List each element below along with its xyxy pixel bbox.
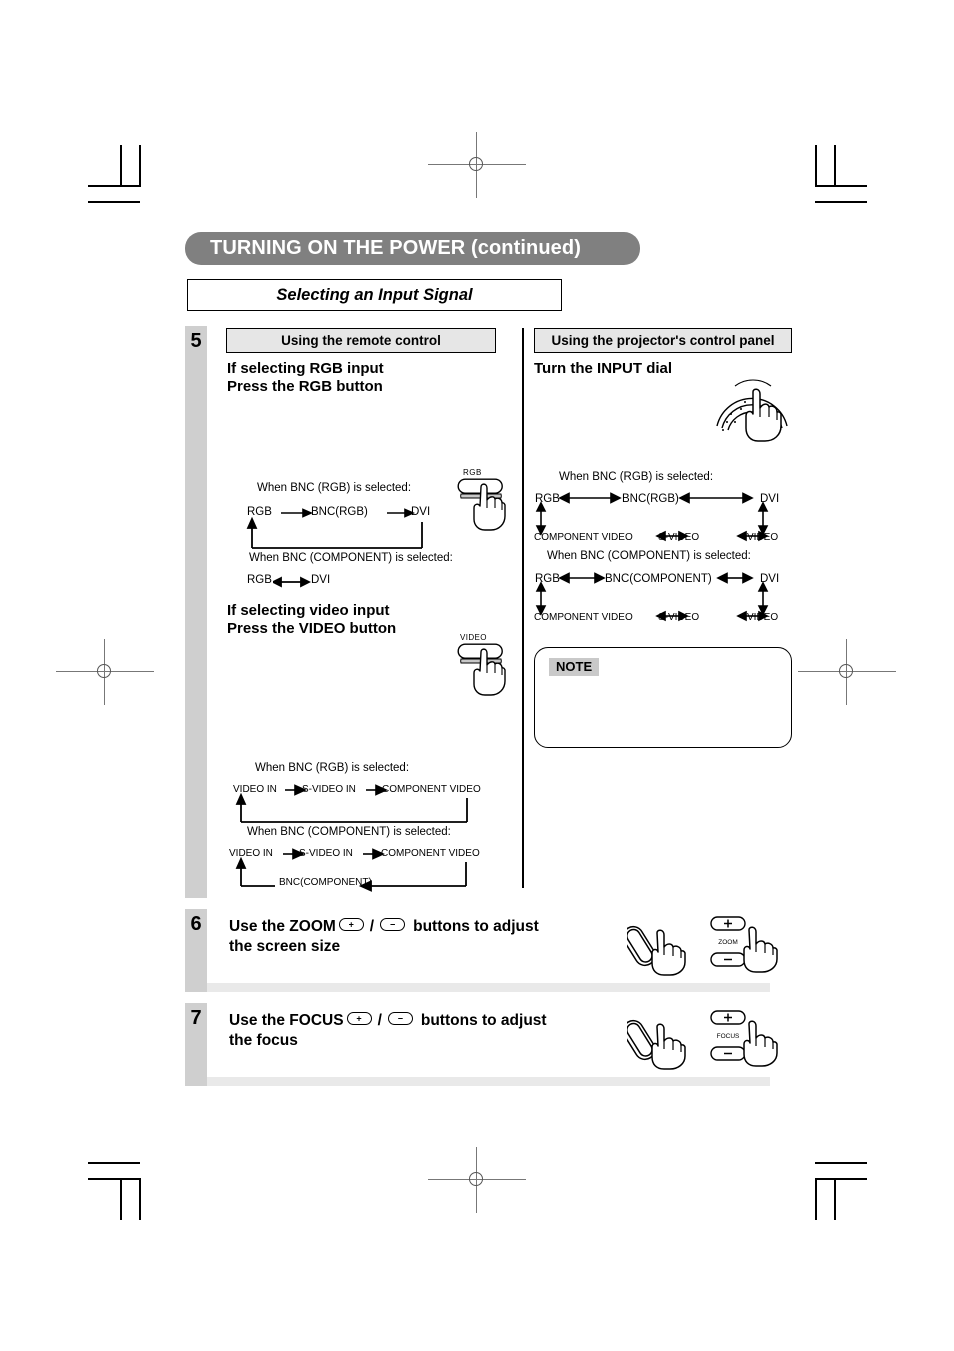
crop-mark-bottom-left-v	[139, 1178, 141, 1220]
crop-mark-bottom-right-h	[815, 1178, 867, 1180]
rgb-case1-caption: When BNC (RGB) is selected:	[257, 482, 412, 494]
step-6-slash: /	[369, 918, 375, 935]
panel-case2-arrows	[535, 572, 769, 622]
registration-mark-left	[56, 639, 154, 705]
crop-mark-bottom-right-h2	[815, 1162, 867, 1164]
registration-mark-bottom	[428, 1147, 526, 1213]
zoom-plus-button-glyph: +	[338, 918, 364, 931]
section-subtitle: Selecting an Input Signal	[187, 279, 562, 311]
panel-focus-pad-hand-icon: FOCUS	[710, 1010, 778, 1067]
crop-mark-bottom-left-h2	[88, 1162, 140, 1164]
rgb-case1-flow-arrows	[246, 508, 423, 549]
focus-minus-button-glyph: −	[387, 1012, 413, 1025]
step-7-slash: /	[377, 1012, 382, 1029]
crop-mark-top-right-v2	[834, 145, 836, 187]
step-7-block: 7 Use the FOCUS + / − buttons to adjust …	[185, 1003, 778, 1086]
video-case2-caption: When BNC (COMPONENT) is selected:	[247, 826, 451, 838]
crop-mark-top-left-v	[139, 145, 141, 187]
step-5-block: 5 Using the remote control If selecting …	[185, 326, 792, 898]
step-7-number: 7	[190, 1007, 202, 1029]
crop-mark-top-right-h2	[815, 201, 867, 203]
crop-mark-top-right-v	[815, 145, 817, 187]
focus-plus-button-glyph: +	[346, 1012, 372, 1025]
step-6-text-line2: the screen size	[229, 937, 341, 955]
panel-zoom-pad-label: ZOOM	[718, 939, 738, 946]
focus-plus-symbol: +	[356, 1013, 362, 1023]
crop-mark-bottom-right-v2	[834, 1178, 836, 1220]
panel-zoom-pad-hand-icon: ZOOM	[710, 916, 778, 973]
rgb-input-heading: If selecting RGB input Press the RGB but…	[227, 360, 384, 397]
step-6-text-before: Use the ZOOM	[229, 918, 336, 935]
panel-focus-pad-label: FOCUS	[717, 1033, 740, 1040]
input-dial-heading: Turn the INPUT dial	[534, 360, 672, 378]
step-7-text-before: Use the FOCUS	[229, 1012, 344, 1029]
panel-case1-caption: When BNC (RGB) is selected:	[559, 471, 714, 483]
crop-mark-bottom-right-v	[815, 1178, 817, 1220]
note-box: NOTE	[534, 647, 792, 748]
manual-page: TURNING ON THE POWER (continued) Selecti…	[185, 232, 792, 1086]
focus-minus-symbol: −	[397, 1013, 404, 1023]
column-divider	[522, 328, 524, 888]
video-button-label: VIDEO	[460, 633, 487, 642]
rgb-case2-node-0: RGB	[247, 574, 272, 586]
step-6-content: Use the ZOOM + / − buttons to adjust the…	[207, 909, 778, 983]
page-title-text: TURNING ON THE POWER (continued)	[210, 237, 581, 259]
rgb-button-label: RGB	[463, 468, 482, 477]
zoom-minus-button-glyph: −	[380, 918, 406, 931]
remote-focus-button-hand-icon	[627, 1019, 686, 1070]
remote-control-column-heading-text: Using the remote control	[281, 333, 441, 348]
crop-mark-bottom-left-v2	[120, 1178, 122, 1220]
rgb-input-heading-line1: If selecting RGB input	[227, 360, 384, 377]
registration-mark-right	[798, 639, 896, 705]
step-5-number-band: 5	[185, 326, 207, 898]
remote-control-column-heading: Using the remote control	[226, 328, 496, 353]
rgb-case2-caption: When BNC (COMPONENT) is selected:	[249, 552, 453, 564]
step-5-content: Using the remote control If selecting RG…	[207, 326, 792, 898]
step-7-text-line2: the focus	[229, 1031, 298, 1049]
section-subtitle-text: Selecting an Input Signal	[276, 285, 473, 304]
video-case1-caption: When BNC (RGB) is selected:	[255, 762, 410, 774]
input-dial-heading-text: Turn the INPUT dial	[534, 360, 673, 377]
video-input-heading-line2: Press the VIDEO button	[227, 620, 397, 638]
crop-mark-bottom-left-h	[88, 1178, 140, 1180]
step-6-instruction: Use the ZOOM + / − buttons to adjust the…	[229, 917, 619, 957]
step-6-number: 6	[190, 913, 202, 935]
control-panel-column-heading-text: Using the projector's control panel	[551, 333, 775, 348]
video-button-press-illustration: VIDEO	[457, 633, 519, 701]
rgb-case2-bidirectional-arrow	[273, 576, 312, 588]
control-panel-column-heading: Using the projector's control panel	[534, 328, 792, 353]
video-case1-flow-arrows	[235, 784, 468, 823]
step-7-text-after: buttons to adjust	[420, 1012, 547, 1029]
crop-mark-top-right-h	[815, 185, 867, 187]
input-dial-hand-icon	[716, 379, 788, 442]
registration-mark-top	[428, 132, 526, 198]
note-label: NOTE	[549, 658, 600, 676]
step-6-text-after: buttons to adjust	[413, 918, 539, 935]
remote-zoom-button-hand-icon	[627, 925, 686, 976]
panel-case1-arrows	[535, 492, 769, 542]
zoom-minus-symbol: −	[389, 919, 396, 929]
step-7-number-band: 7	[185, 1003, 207, 1086]
step-6-block: 6 Use the ZOOM + / − buttons to adjust t…	[185, 909, 778, 992]
step-7-content: Use the FOCUS + / − buttons to adjust th…	[207, 1003, 778, 1077]
crop-mark-top-left-v2	[120, 145, 122, 187]
crop-mark-top-left-h2	[88, 201, 140, 203]
crop-mark-top-left-h	[88, 185, 140, 187]
page-title: TURNING ON THE POWER (continued)	[185, 232, 640, 265]
video-input-heading-line1: If selecting video input	[227, 602, 390, 619]
rgb-input-heading-line2: Press the RGB button	[227, 378, 383, 396]
video-button-hand-icon	[457, 643, 506, 696]
step-5-number: 5	[190, 330, 202, 352]
step-7-instruction: Use the FOCUS + / − buttons to adjust th…	[229, 1011, 619, 1051]
video-case2-flow-arrows	[235, 848, 467, 892]
zoom-plus-symbol: +	[348, 919, 354, 929]
video-input-heading: If selecting video input Press the VIDEO…	[227, 602, 396, 639]
step-6-number-band: 6	[185, 909, 207, 992]
panel-case2-caption: When BNC (COMPONENT) is selected:	[547, 550, 751, 562]
